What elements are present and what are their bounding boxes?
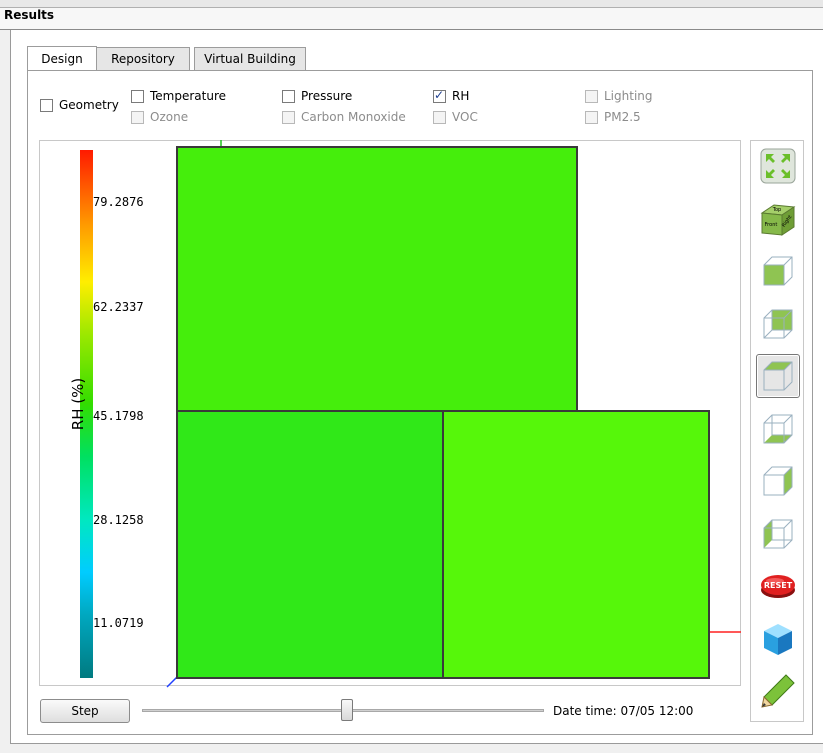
cube-back-face-icon bbox=[763, 309, 793, 339]
solid-view-button[interactable] bbox=[756, 617, 800, 661]
right-view-button[interactable] bbox=[756, 459, 800, 503]
cube-top-face-icon bbox=[763, 361, 793, 391]
back-view-button[interactable] bbox=[756, 302, 800, 346]
cube-front-face-icon bbox=[763, 256, 793, 286]
view-cube-button[interactable]: Top Front Right bbox=[756, 197, 800, 241]
view-cube-icon: Top Front Right bbox=[760, 204, 796, 236]
datetime-label: Date time: 07/05 12:00 bbox=[553, 704, 694, 718]
room-bottom-right[interactable] bbox=[442, 410, 710, 679]
bottom-view-button[interactable] bbox=[756, 407, 800, 451]
reset-button[interactable]: RESET bbox=[756, 564, 800, 608]
legend-tick: 28.1258 bbox=[93, 513, 144, 527]
legend-tick: 79.2876 bbox=[93, 195, 144, 209]
legend-title: RH (%) bbox=[69, 377, 87, 431]
front-view-button[interactable] bbox=[756, 249, 800, 293]
view-cube-front-label: Front bbox=[765, 222, 778, 228]
room-top[interactable] bbox=[176, 146, 578, 412]
step-button[interactable]: Step bbox=[40, 699, 130, 723]
legend-tick: 11.0719 bbox=[93, 616, 144, 630]
legend-tick: 62.2337 bbox=[93, 300, 144, 314]
fit-view-icon bbox=[760, 148, 796, 184]
reset-icon: RESET bbox=[761, 575, 795, 598]
room-bottom-left[interactable] bbox=[176, 410, 444, 679]
view-toolbar: Top Front Right RESET bbox=[750, 140, 804, 722]
legend-tick: 45.1798 bbox=[93, 409, 144, 423]
edit-button[interactable] bbox=[756, 669, 800, 713]
pencil-icon bbox=[761, 674, 795, 708]
fit-view-button[interactable] bbox=[756, 144, 800, 188]
left-view-button[interactable] bbox=[756, 512, 800, 556]
reset-icon-label: RESET bbox=[764, 581, 793, 590]
view-cube-top-label: Top bbox=[772, 207, 781, 213]
cube-left-face-icon bbox=[763, 519, 793, 549]
top-view-button[interactable] bbox=[756, 354, 800, 398]
cube-bottom-face-icon bbox=[763, 414, 793, 444]
cube-right-face-icon bbox=[763, 466, 793, 496]
solid-cube-icon bbox=[764, 624, 792, 655]
time-slider-handle[interactable] bbox=[341, 699, 353, 721]
